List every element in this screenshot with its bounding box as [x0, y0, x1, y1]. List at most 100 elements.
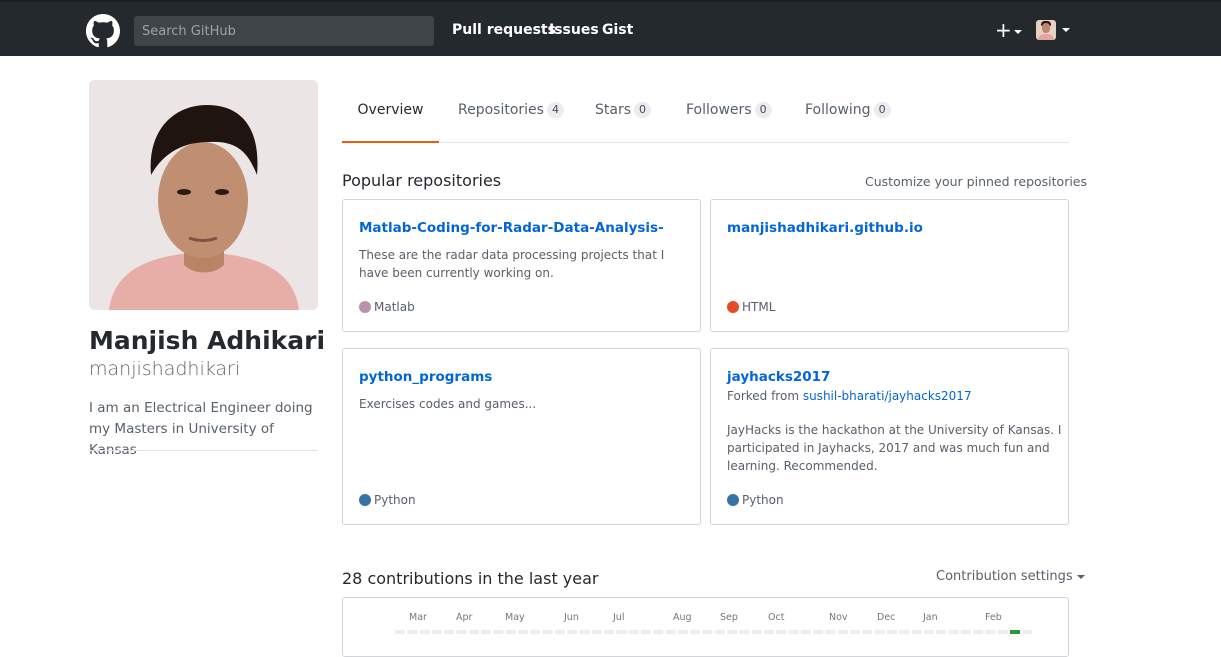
contribution-day-cell: [764, 630, 774, 634]
forked-from: Forked from sushil-bharati/jayhacks2017: [727, 389, 972, 403]
month-label: May: [505, 612, 525, 623]
contribution-day-cell: [468, 630, 479, 634]
github-logo-icon[interactable]: [86, 14, 120, 48]
contribution-day-cell: [850, 630, 861, 634]
contribution-day-cell: [493, 630, 504, 634]
repo-language: Matlab: [359, 300, 415, 314]
language-color-icon: [727, 494, 739, 506]
nav-pull-requests[interactable]: Pull requests: [452, 22, 556, 38]
contribution-day-cell: [628, 630, 639, 634]
profile-tabs: Overview Repositories 4 Stars 0 Followers 0…: [342, 80, 1069, 143]
user-menu[interactable]: [1036, 20, 1070, 40]
contribution-settings-menu[interactable]: Contribution settings: [936, 569, 1085, 584]
contribution-day-cell: [751, 630, 762, 634]
tab-label: Repositories: [458, 102, 544, 118]
repo-card: jayhacks2017 Forked from sushil-bharati/…: [710, 348, 1069, 525]
tab-label: Followers: [686, 102, 752, 118]
contribution-day-cell: [788, 630, 799, 634]
contribution-day-cell: [616, 630, 627, 634]
contribution-day-cell: [923, 630, 934, 634]
contribution-day-cell: [899, 630, 910, 634]
tab-counter: 0: [754, 102, 772, 118]
language-label: Matlab: [374, 300, 415, 314]
profile-photo: [89, 80, 318, 310]
month-label: Jul: [613, 612, 625, 623]
language-label: HTML: [742, 300, 776, 314]
contribution-day-cell: [727, 630, 738, 634]
tab-counter: 0: [873, 102, 891, 118]
repo-link[interactable]: jayhacks2017: [727, 369, 830, 385]
contribution-day-cell: [431, 630, 442, 634]
contribution-day-cell: [395, 630, 405, 634]
repo-link[interactable]: python_programs: [359, 369, 492, 385]
contribution-day-cell: [554, 630, 565, 634]
contribution-day-cell: [567, 630, 578, 634]
contribution-day-cell: [530, 630, 541, 634]
contribution-day-cell: [481, 630, 492, 634]
repo-language: Python: [359, 493, 416, 507]
contribution-day-cell: [997, 630, 1008, 634]
contribution-day-cell: [948, 630, 959, 634]
tab-followers[interactable]: Followers 0: [686, 80, 772, 143]
nav-issues[interactable]: Issues: [549, 22, 599, 38]
contribution-day-cell: [911, 630, 922, 634]
month-label: Apr: [456, 612, 473, 623]
contribution-day-cell: [641, 630, 651, 634]
avatar: [1036, 20, 1056, 40]
settings-label: Contribution settings: [936, 569, 1073, 584]
tab-following[interactable]: Following 0: [805, 80, 891, 143]
repo-language: HTML: [727, 300, 775, 314]
popular-repos-title: Popular repositories: [342, 171, 502, 190]
contribution-day-cell: [444, 630, 455, 634]
contribution-day-cell: [456, 630, 467, 634]
create-new-menu[interactable]: +: [995, 18, 1022, 42]
tab-repositories[interactable]: Repositories 4: [458, 80, 564, 143]
tab-label: Stars: [595, 102, 632, 118]
contribution-day-cell: [665, 630, 676, 634]
contribution-day-cell: [505, 630, 516, 634]
language-color-icon: [359, 494, 371, 506]
contribution-day-cell: [677, 630, 688, 634]
month-label: Jun: [564, 612, 579, 623]
tab-label: Overview: [357, 102, 424, 118]
contribution-day-cell: [973, 630, 984, 634]
profile-photo-image: [89, 80, 318, 310]
language-color-icon: [727, 301, 739, 313]
contribution-cells: [395, 630, 1033, 634]
repo-language: Python: [727, 493, 784, 507]
contribution-day-cell: [419, 630, 430, 634]
month-label: Nov: [829, 612, 848, 623]
contribution-day-cell: [825, 630, 836, 634]
repo-link[interactable]: manjishadhikari.github.io: [727, 220, 923, 236]
contribution-day-cell: [960, 630, 971, 634]
contribution-day-cell: [837, 630, 848, 634]
repo-card: python_programs Exercises codes and game…: [342, 348, 701, 525]
contribution-day-cell: [407, 630, 418, 634]
customize-pinned-link[interactable]: Customize your pinned repositories: [865, 174, 1087, 189]
tab-overview[interactable]: Overview: [342, 80, 439, 143]
contribution-day-cell: [591, 630, 602, 634]
repo-link[interactable]: Matlab-Coding-for-Radar-Data-Analysis-: [359, 220, 664, 236]
contribution-day-cell: [579, 630, 590, 634]
nav-gist[interactable]: Gist: [602, 22, 633, 38]
header-bar: Pull requests Issues Gist +: [0, 0, 1221, 56]
search-input[interactable]: [134, 16, 434, 46]
contribution-day-cell: [936, 630, 947, 634]
plus-icon: +: [995, 18, 1012, 42]
profile-username: manjishadhikari: [89, 358, 241, 380]
repo-card: Matlab-Coding-for-Radar-Data-Analysis- T…: [342, 199, 701, 332]
contribution-day-cell: [739, 630, 750, 634]
divider: [89, 450, 318, 451]
forked-prefix: Forked from: [727, 389, 803, 403]
forked-source-link[interactable]: sushil-bharati/jayhacks2017: [803, 389, 972, 403]
tab-stars[interactable]: Stars 0: [595, 80, 652, 143]
contribution-day-cell: [985, 630, 996, 634]
repo-description: JayHacks is the hackathon at the Univers…: [727, 423, 1062, 473]
contribution-day-cell: [604, 630, 615, 634]
month-label: Feb: [985, 612, 1002, 623]
contribution-day-cell: [542, 630, 553, 634]
month-label: Mar: [409, 612, 427, 623]
language-label: Python: [742, 493, 784, 507]
tab-counter: 4: [546, 102, 564, 118]
contribution-day-cell: [1010, 630, 1020, 634]
